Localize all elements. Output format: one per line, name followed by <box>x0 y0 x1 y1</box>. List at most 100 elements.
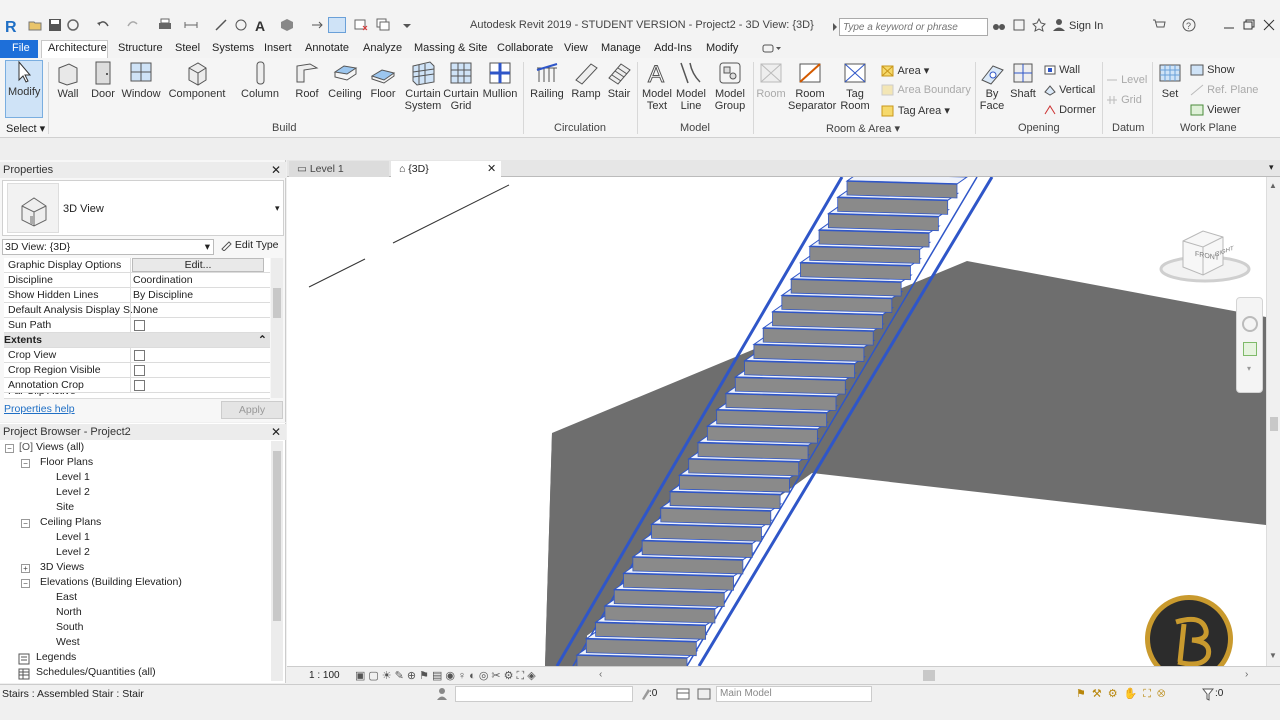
viewcube[interactable]: FRONT RIGHT <box>1159 217 1255 287</box>
aligned-dimension-icon[interactable] <box>214 18 228 32</box>
tab-annotate[interactable]: Annotate <box>305 42 349 54</box>
view-tab-level-1[interactable]: ▭ Level 1 <box>289 161 389 177</box>
scroll-down-icon[interactable]: ▼ <box>1269 651 1277 660</box>
tab-manage[interactable]: Manage <box>601 42 641 54</box>
section-icon[interactable] <box>310 18 324 32</box>
close-hidden-windows-icon[interactable] <box>354 18 368 32</box>
roof-button[interactable]: Roof <box>292 60 322 100</box>
tab-analyze[interactable]: Analyze <box>363 42 402 54</box>
view-scale[interactable]: 1 : 100 <box>309 670 340 681</box>
tag-icon[interactable] <box>234 18 248 32</box>
level-button[interactable]: Level <box>1106 74 1147 86</box>
set-button[interactable]: Set <box>1156 60 1184 100</box>
collapse-toggle[interactable]: − <box>21 519 30 528</box>
tree-item-south[interactable]: South <box>56 621 83 633</box>
search-input[interactable] <box>839 18 988 36</box>
dormer-button[interactable]: Dormer <box>1044 104 1096 116</box>
nav-dropdown-icon[interactable]: ▾ <box>1247 364 1251 373</box>
close-tab-icon[interactable]: ✕ <box>487 161 496 177</box>
window-button[interactable]: Window <box>120 60 162 100</box>
properties-scrollbar[interactable] <box>271 258 283 398</box>
close-window-icon[interactable] <box>1262 18 1276 32</box>
tab-massing-site[interactable]: Massing & Site <box>414 42 487 54</box>
tree-item-ceiling-level-2[interactable]: Level 2 <box>56 546 90 558</box>
mullion-button[interactable]: Mullion <box>480 60 520 100</box>
room-button[interactable]: Room <box>756 60 786 100</box>
steering-wheel-icon[interactable] <box>1242 316 1258 332</box>
area-boundary-button[interactable]: Area Boundary <box>881 84 971 96</box>
ribbon-minimize-icon[interactable] <box>762 44 782 57</box>
search-expand-icon[interactable] <box>832 22 838 34</box>
cart-icon[interactable] <box>1152 18 1166 32</box>
print-icon[interactable] <box>158 18 172 32</box>
collapse-toggle[interactable]: − <box>21 579 30 588</box>
tag-room-button[interactable]: Tag Room <box>838 60 872 112</box>
curtain-grid-button[interactable]: Curtain Grid <box>443 60 479 112</box>
worksharing-icon[interactable] <box>436 687 448 704</box>
ref-plane-button[interactable]: Ref. Plane <box>1190 84 1258 96</box>
show-work-plane-button[interactable]: Show <box>1190 64 1235 76</box>
redo-icon[interactable] <box>126 18 140 32</box>
view-control-icons[interactable]: ▣▢☀✎⊕⚑▤◉♀◐◎✂⚙⛶◈ <box>355 669 539 683</box>
tab-add-ins[interactable]: Add-Ins <box>654 42 692 54</box>
ramp-button[interactable]: Ramp <box>570 60 602 100</box>
measure-icon[interactable] <box>184 18 198 32</box>
tab-structure[interactable]: Structure <box>118 42 163 54</box>
prop-row[interactable]: Default Analysis Display S... None <box>4 303 270 318</box>
tree-item-east[interactable]: East <box>56 591 77 603</box>
subscription-icon[interactable] <box>1012 18 1026 32</box>
by-face-button[interactable]: By Face <box>978 60 1006 112</box>
text-icon[interactable]: A <box>254 18 268 34</box>
properties-help-link[interactable]: Properties help <box>4 403 75 415</box>
scrollbar-thumb[interactable] <box>1270 417 1278 431</box>
scroll-right-icon[interactable]: › <box>1245 669 1248 680</box>
scroll-left-icon[interactable]: ‹ <box>599 669 602 680</box>
type-selector[interactable]: 3D View ▾ <box>2 180 284 236</box>
customize-qat-icon[interactable] <box>402 18 416 32</box>
tab-steel[interactable]: Steel <box>175 42 200 54</box>
model-group-button[interactable]: Model Group <box>710 60 750 112</box>
room-separator-button[interactable]: Room Separator <box>788 60 836 112</box>
minimize-icon[interactable] <box>1222 18 1236 32</box>
viewer-button[interactable]: Viewer <box>1190 104 1241 116</box>
browser-scrollbar[interactable] <box>271 441 283 681</box>
collapse-toggle[interactable]: − <box>21 459 30 468</box>
tab-modify[interactable]: Modify <box>706 42 738 54</box>
wall-opening-button[interactable]: Wall <box>1044 64 1080 76</box>
tree-item-level-1[interactable]: Level 1 <box>56 471 90 483</box>
graphic-display-edit-button[interactable]: Edit... <box>132 258 264 272</box>
design-option-editing-icon[interactable] <box>697 687 711 704</box>
workset-field[interactable] <box>455 686 633 702</box>
tree-item-legends[interactable]: Legends <box>36 651 76 663</box>
tab-list-dropdown-icon[interactable]: ▾ <box>1269 162 1274 173</box>
sun-path-checkbox[interactable] <box>134 320 145 331</box>
help-icon[interactable]: ? <box>1182 18 1196 32</box>
railing-button[interactable]: Railing <box>529 60 565 100</box>
properties-close-icon[interactable]: ✕ <box>271 163 281 177</box>
extents-section-header[interactable]: Extents ⌃ <box>4 333 270 348</box>
tab-collaborate[interactable]: Collaborate <box>497 42 553 54</box>
tab-systems[interactable]: Systems <box>212 42 254 54</box>
grid-button[interactable]: Grid <box>1106 94 1142 106</box>
undo-icon[interactable] <box>96 18 110 32</box>
design-options-icon[interactable] <box>676 687 690 704</box>
instance-selector[interactable]: 3D View: {3D} ▾ <box>2 239 214 255</box>
default-3d-view-icon[interactable] <box>280 18 294 32</box>
tree-item-site[interactable]: Site <box>56 501 74 513</box>
model-text-button[interactable]: A Model Text <box>640 60 674 113</box>
open-icon[interactable] <box>28 18 42 32</box>
revit-logo-icon[interactable]: R <box>4 18 18 36</box>
star-icon[interactable] <box>1032 17 1046 32</box>
wall-button[interactable]: Wall <box>54 60 82 100</box>
tree-item-schedules[interactable]: Schedules/Quantities (all) <box>36 666 156 678</box>
tree-item-floor-plans[interactable]: Floor Plans <box>40 456 93 468</box>
edit-type-button[interactable]: Edit Type <box>220 239 279 252</box>
tab-view[interactable]: View <box>564 42 588 54</box>
tree-item-ceiling-plans[interactable]: Ceiling Plans <box>40 516 101 528</box>
save-icon[interactable] <box>48 18 62 32</box>
tree-item-north[interactable]: North <box>56 606 82 618</box>
tree-item-views[interactable]: [O] Views (all) <box>19 441 84 453</box>
component-button[interactable]: Component <box>168 60 226 100</box>
tree-item-level-2[interactable]: Level 2 <box>56 486 90 498</box>
sync-icon[interactable] <box>66 18 80 32</box>
